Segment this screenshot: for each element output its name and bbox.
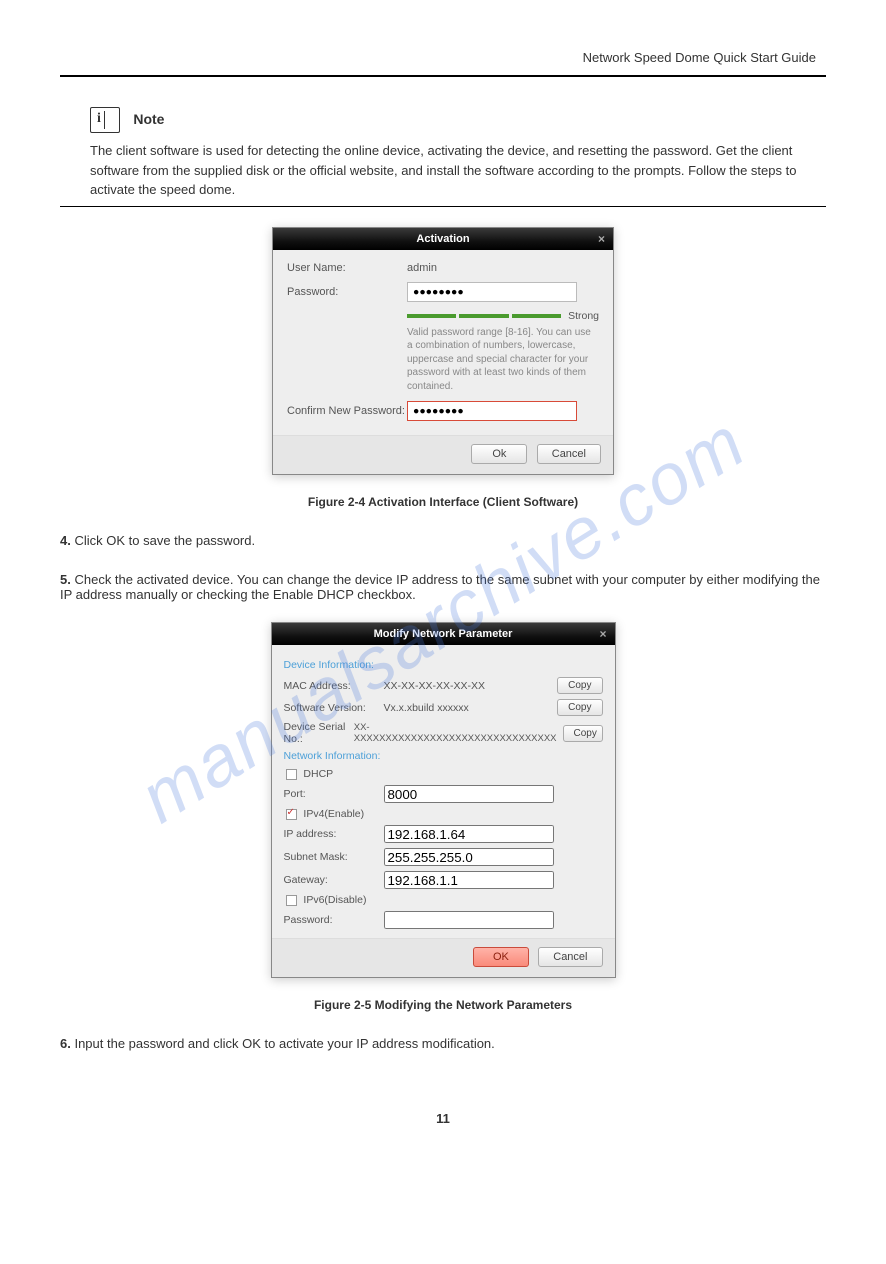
password-input[interactable] — [407, 282, 577, 302]
password-strength-bar: Strong — [287, 310, 599, 322]
copy-serial-button[interactable]: Copy — [563, 725, 603, 742]
dhcp-row: DHCP — [286, 768, 603, 780]
port-row: Port: — [284, 785, 603, 803]
step-5-num: 5. — [60, 572, 71, 587]
figure-2-5-caption: Figure 2-5 Modifying the Network Paramet… — [60, 998, 826, 1012]
ipv6-checkbox[interactable] — [286, 895, 297, 906]
modify-password-row: Password: — [284, 911, 603, 929]
ipv4-label: IPv4(Enable) — [303, 808, 364, 820]
activation-dialog-body: User Name: admin Password: Strong Valid … — [273, 250, 613, 436]
mac-value: XX-XX-XX-XX-XX-XX — [384, 680, 552, 692]
section-rule-1 — [60, 206, 826, 207]
network-info-header: Network Information: — [284, 750, 603, 762]
modify-password-label: Password: — [284, 914, 384, 926]
modify-dialog-body: Device Information: MAC Address: XX-XX-X… — [272, 645, 615, 938]
software-row: Software Version: Vx.x.xbuild xxxxxx Cop… — [284, 699, 603, 716]
confirm-password-input[interactable] — [407, 401, 577, 421]
ipv4-checkbox[interactable] — [286, 809, 297, 820]
gateway-input[interactable] — [384, 871, 554, 889]
note-text: The client software is used for detectin… — [90, 141, 826, 200]
close-icon[interactable]: × — [599, 627, 606, 641]
username-value: admin — [407, 262, 599, 274]
ok-button[interactable]: Ok — [471, 444, 527, 464]
page-header-title: Network Speed Dome Quick Start Guide — [60, 50, 826, 65]
serial-value: XX-XXXXXXXXXXXXXXXXXXXXXXXXXXXXXXXX — [354, 722, 557, 744]
step-6-num: 6. — [60, 1036, 71, 1051]
modify-password-input[interactable] — [384, 911, 554, 929]
note-title: Note — [133, 111, 164, 127]
strength-seg-1 — [407, 314, 456, 318]
header-rule — [60, 75, 826, 77]
step-6-text: Input the password and click OK to activ… — [74, 1036, 494, 1051]
modify-dialog-title: Modify Network Parameter × — [272, 623, 615, 645]
activation-dialog-footer: Ok Cancel — [273, 435, 613, 474]
software-value: Vx.x.xbuild xxxxxx — [384, 702, 552, 714]
modify-network-dialog: Modify Network Parameter × Device Inform… — [271, 622, 616, 978]
copy-sw-button[interactable]: Copy — [557, 699, 602, 716]
device-info-header: Device Information: — [284, 659, 603, 671]
gateway-label: Gateway: — [284, 874, 384, 886]
note-icon — [90, 107, 120, 133]
close-icon[interactable]: × — [598, 232, 605, 246]
step-4-text: Click OK to save the password. — [74, 533, 255, 548]
mask-row: Subnet Mask: — [284, 848, 603, 866]
port-input[interactable] — [384, 785, 554, 803]
serial-row: Device Serial No.: XX-XXXXXXXXXXXXXXXXXX… — [284, 721, 603, 745]
step-5: 5. Check the activated device. You can c… — [60, 572, 826, 602]
step-6: 6. Input the password and click OK to ac… — [60, 1036, 826, 1051]
mac-label: MAC Address: — [284, 680, 384, 692]
mask-input[interactable] — [384, 848, 554, 866]
confirm-password-label: Confirm New Password: — [287, 405, 407, 417]
cancel-button[interactable]: Cancel — [537, 444, 601, 464]
mac-row: MAC Address: XX-XX-XX-XX-XX-XX Copy — [284, 677, 603, 694]
activation-dialog-title: Activation × — [273, 228, 613, 250]
ip-input[interactable] — [384, 825, 554, 843]
step-5-text: Check the activated device. You can chan… — [60, 572, 820, 602]
software-label: Software Version: — [284, 702, 384, 714]
username-row: User Name: admin — [287, 262, 599, 274]
gateway-row: Gateway: — [284, 871, 603, 889]
dhcp-label: DHCP — [303, 768, 333, 780]
copy-mac-button[interactable]: Copy — [557, 677, 602, 694]
ip-label: IP address: — [284, 828, 384, 840]
page-number: 11 — [60, 1111, 826, 1126]
serial-label: Device Serial No.: — [284, 721, 354, 745]
modify-dialog-footer: OK Cancel — [272, 938, 615, 977]
port-label: Port: — [284, 788, 384, 800]
ipv4-row: IPv4(Enable) — [286, 808, 603, 820]
password-row: Password: — [287, 282, 599, 302]
modify-title-text: Modify Network Parameter — [374, 628, 513, 640]
confirm-password-row: Confirm New Password: — [287, 401, 599, 421]
step-4-num: 4. — [60, 533, 71, 548]
strength-seg-3 — [512, 314, 561, 318]
ipv6-row: IPv6(Disable) — [286, 894, 603, 906]
mask-label: Subnet Mask: — [284, 851, 384, 863]
step-4: 4. Click OK to save the password. — [60, 533, 826, 548]
ipv6-label: IPv6(Disable) — [303, 894, 366, 906]
ip-row: IP address: — [284, 825, 603, 843]
note-box: Note The client software is used for det… — [90, 107, 826, 200]
modify-ok-button[interactable]: OK — [473, 947, 529, 967]
dialog-title-text: Activation — [416, 233, 469, 245]
username-label: User Name: — [287, 262, 407, 274]
figure-2-4-caption: Figure 2-4 Activation Interface (Client … — [60, 495, 826, 509]
strength-label: Strong — [568, 310, 599, 322]
password-hint: Valid password range [8-16]. You can use… — [287, 326, 597, 402]
strength-seg-2 — [459, 314, 508, 318]
password-label: Password: — [287, 286, 407, 298]
dhcp-checkbox[interactable] — [286, 769, 297, 780]
activation-dialog: Activation × User Name: admin Password: … — [272, 227, 614, 476]
modify-cancel-button[interactable]: Cancel — [538, 947, 602, 967]
